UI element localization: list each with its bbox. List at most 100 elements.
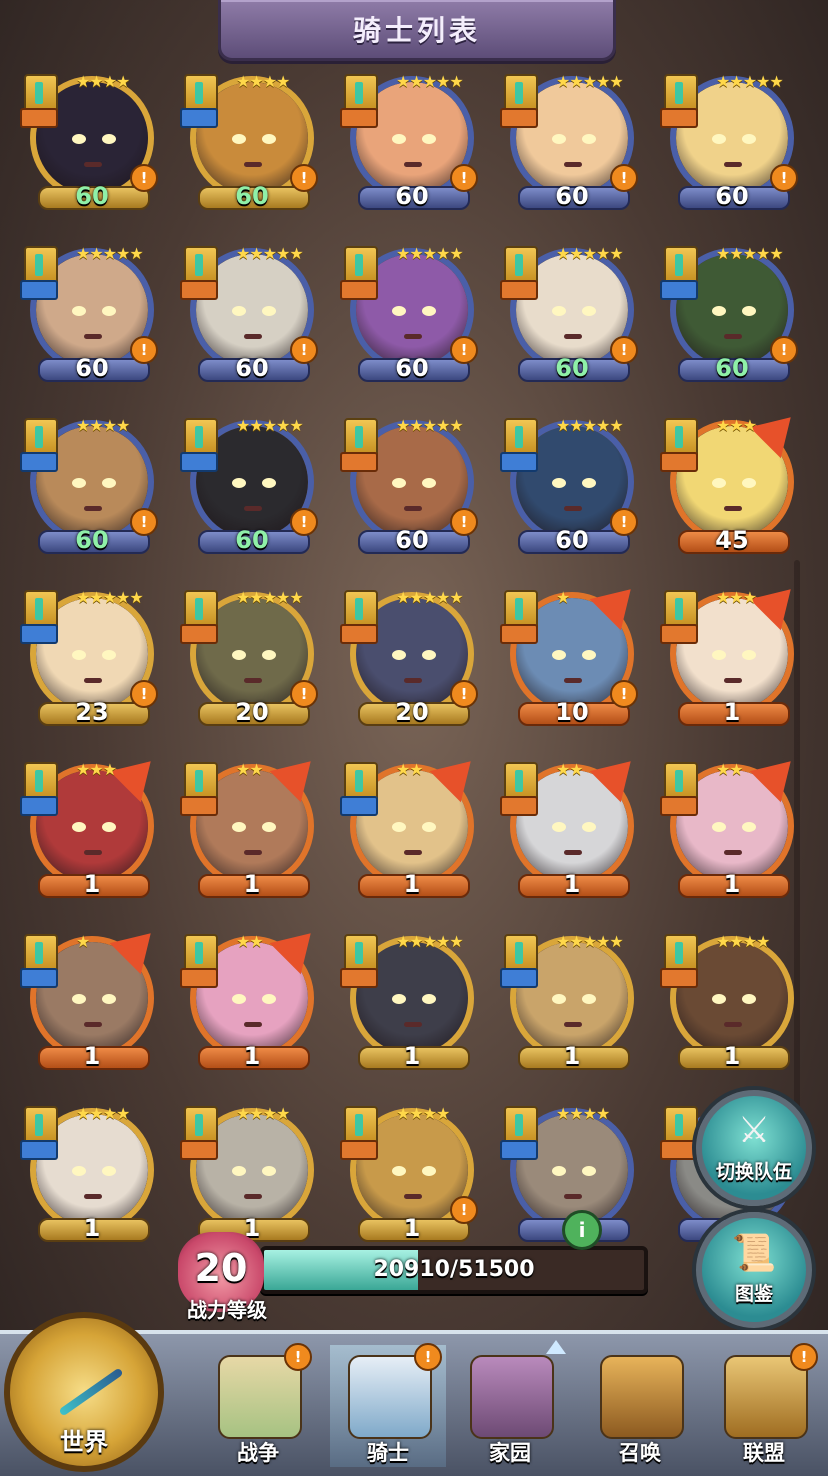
nav-tab[interactable]: 战争! (200, 1343, 316, 1467)
world-button[interactable]: 世界 (4, 1312, 164, 1472)
star-rating: ★★★ (76, 760, 117, 779)
knight-eye (552, 994, 566, 1004)
knight-card[interactable]: ★★★ 45 (658, 401, 807, 562)
class-icon (660, 624, 698, 644)
knight-card[interactable]: ★★★★★ 60! (498, 412, 646, 562)
knight-card[interactable]: ★★★★★ 60! (338, 412, 486, 562)
knight-eye (582, 994, 596, 1004)
knight-eye (742, 650, 756, 660)
knight-card[interactable]: ★★★★★ 23! (18, 584, 166, 734)
alert-badge: ! (450, 164, 478, 192)
knight-mouth (404, 506, 422, 511)
knight-card[interactable]: ★★★★★ 60! (178, 240, 326, 390)
knight-eye (742, 478, 756, 488)
knight-eye (72, 478, 86, 488)
class-icon (180, 108, 218, 128)
knight-card[interactable]: ★★★★ 60! (18, 68, 166, 218)
xp-text: 20910/51500 (373, 1257, 535, 1282)
knight-eye (102, 134, 116, 144)
knight-eye (422, 822, 436, 832)
title-banner: 骑士列表 (218, 0, 616, 61)
alert-badge: ! (130, 508, 158, 536)
star-rating: ★★★★ (556, 1104, 610, 1123)
star-rating: ★★★★★ (396, 588, 464, 607)
nav-tab[interactable]: 家园 (452, 1345, 568, 1467)
knight-card[interactable]: ★★ 1 (178, 917, 327, 1078)
knight-level: 1 (563, 870, 581, 898)
knight-eye (262, 306, 276, 316)
knight-mouth (564, 506, 582, 511)
knight-card[interactable]: ★★★★ 1! (338, 1100, 486, 1250)
knight-eye (712, 306, 726, 316)
nav-tab[interactable]: 联盟! (706, 1343, 822, 1467)
knight-eye (422, 478, 436, 488)
nav-tab-label: 召唤 (619, 1441, 661, 1465)
knight-eye (72, 134, 86, 144)
knight-card[interactable]: ★ 10! (498, 573, 647, 734)
class-icon (500, 968, 538, 988)
knight-card[interactable]: ★★★★★ 20! (178, 584, 326, 734)
star-rating: ★ (556, 588, 570, 607)
alert-badge: ! (290, 680, 318, 708)
knight-card[interactable]: ★★★★★ 20! (338, 584, 486, 734)
knight-card[interactable]: ★★★★★ 1 (498, 928, 646, 1078)
knight-card[interactable]: ★★★★★ 60! (338, 240, 486, 390)
knight-card[interactable]: ★★★★ 1 (178, 1100, 326, 1250)
xp-bar: 20910/51500 (260, 1246, 648, 1294)
knight-eye (582, 478, 596, 488)
knight-card[interactable]: ★★★ 1 (18, 745, 167, 906)
knight-card[interactable]: ★★★★★ 60! (658, 240, 806, 390)
knight-card[interactable]: ★★★★★ 1 (338, 928, 486, 1078)
star-rating: ★★★★ (236, 1104, 290, 1123)
alert-badge: ! (450, 336, 478, 364)
info-button[interactable]: i (562, 1210, 602, 1250)
knight-level: 1 (403, 870, 421, 898)
knight-card[interactable]: ★★★★★ 60! (338, 68, 486, 218)
class-icon (180, 796, 218, 816)
codex-button[interactable]: 📜 图鉴 (696, 1212, 812, 1328)
page-title: 骑士列表 (352, 14, 481, 47)
knight-card[interactable]: ★ 1 (18, 917, 167, 1078)
class-icon (20, 280, 58, 300)
knight-eye (582, 134, 596, 144)
star-rating: ★★★★ (396, 1104, 450, 1123)
knight-card[interactable]: ★★ 1 (338, 745, 487, 906)
knight-eye (582, 1166, 596, 1176)
knight-card[interactable]: ★★★★★ 60! (498, 68, 646, 218)
knight-card[interactable]: ★★★ 1 (658, 573, 807, 734)
knight-mouth (404, 334, 422, 339)
switch-team-button[interactable]: ⚔ 切换队伍 (696, 1090, 812, 1206)
knight-card[interactable]: ★★★★★ 60! (18, 240, 166, 390)
knight-card[interactable]: ★★★★ 60! (18, 412, 166, 562)
class-icon (180, 280, 218, 300)
knight-card[interactable]: ★★ 1 (498, 745, 647, 906)
knight-level: 1 (243, 870, 261, 898)
knight-card[interactable]: ★★★★ 1 (658, 928, 806, 1078)
knight-card[interactable]: ★★★★ 1 (18, 1100, 166, 1250)
nav-tab[interactable]: 召唤 (582, 1345, 698, 1467)
knight-eye (392, 1166, 406, 1176)
knight-eye (232, 650, 246, 660)
knight-card[interactable]: ★★★★★ 60! (498, 240, 646, 390)
knight-mouth (724, 506, 742, 511)
star-rating: ★★★★★ (556, 244, 624, 263)
knight-eye (422, 306, 436, 316)
knight-eye (422, 134, 436, 144)
alert-badge: ! (450, 680, 478, 708)
scrollbar[interactable] (794, 560, 800, 1180)
alert-badge: ! (450, 508, 478, 536)
knight-eye (552, 1166, 566, 1176)
star-rating: ★★★★★ (716, 244, 784, 263)
knight-card[interactable]: ★★★★★ 60! (658, 68, 806, 218)
knight-card[interactable]: ★★★★ 60! (178, 68, 326, 218)
knight-mouth (564, 334, 582, 339)
knight-card[interactable]: ★★ 1 (658, 745, 807, 906)
knight-card[interactable]: ★★ 1 (178, 745, 327, 906)
knight-card[interactable]: ★★★★★ 60! (178, 412, 326, 562)
knight-eye (712, 134, 726, 144)
knight-eye (392, 134, 406, 144)
nav-tab[interactable]: 骑士! (330, 1343, 446, 1467)
star-rating: ★★★★★ (396, 72, 464, 91)
star-rating: ★★ (236, 760, 264, 779)
class-icon (20, 796, 58, 816)
